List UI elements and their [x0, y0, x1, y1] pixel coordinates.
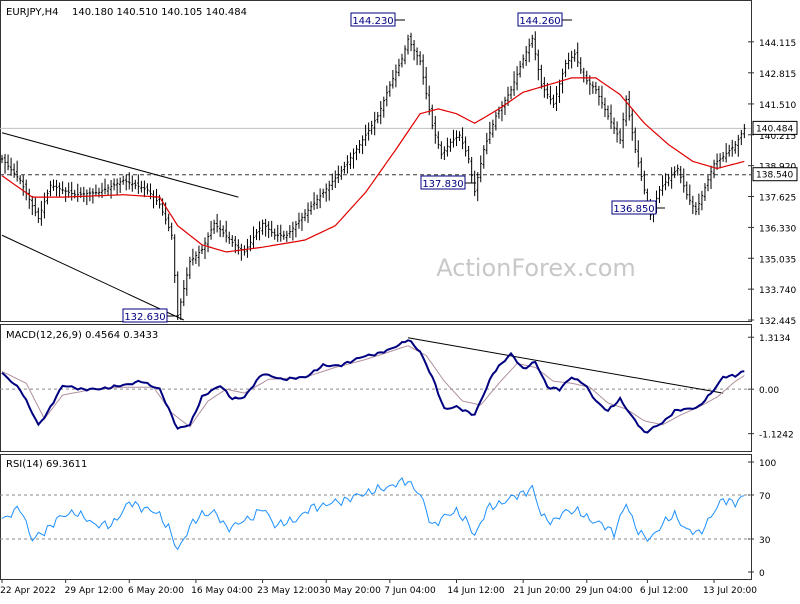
- price-tick-label: 136.330: [759, 224, 796, 234]
- time-tick-label: 7 Jun 04:00: [384, 586, 436, 596]
- time-tick-label: 30 May 20:00: [319, 586, 381, 596]
- annotation-label: 144.260: [519, 16, 560, 27]
- current-price-marker: 140.484: [752, 120, 798, 135]
- price-tick-label: 144.115: [759, 39, 796, 49]
- rsi-tick-label: 0: [759, 569, 765, 579]
- rsi-panel-frame: [0, 454, 752, 580]
- time-tick-label: 21 Jun 20:00: [513, 586, 570, 596]
- price-axis: 144.115142.815141.510140.215138.920137.6…: [748, 39, 796, 327]
- rsi-axis: 100 70 30 0: [748, 459, 776, 579]
- annotation-label: 132.630: [124, 312, 165, 323]
- annotation-label: 136.850: [613, 204, 654, 215]
- price-tick-label: 135.035: [759, 255, 796, 265]
- macd-tick-label: 0.00: [759, 386, 779, 396]
- support-level-label: 138.540: [756, 171, 793, 181]
- rsi-tick-label: 70: [759, 492, 771, 502]
- price-tick-label: 132.445: [759, 317, 796, 327]
- macd-axis: 1.3134 0.00 -1.1242: [748, 334, 794, 441]
- time-tick-label: 13 Jul 20:00: [703, 586, 757, 596]
- time-tick-label: 29 Jun 04:00: [575, 586, 632, 596]
- watermark: ActionForex.com: [436, 254, 636, 282]
- macd-tick-label: -1.1242: [759, 431, 794, 441]
- price-tick-label: 133.740: [759, 286, 796, 296]
- time-tick-label: 6 May 20:00: [128, 586, 184, 596]
- rsi-tick-label: 100: [759, 459, 776, 469]
- annotation-label: 137.830: [422, 179, 463, 190]
- chart-root: EURJPY,H4 140.180 140.510 140.105 140.48…: [0, 0, 800, 600]
- time-tick-label: 14 Jun 12:00: [447, 586, 504, 596]
- price-tick-label: 137.625: [759, 194, 796, 204]
- current-price-label: 140.484: [756, 124, 793, 134]
- time-tick-label: 29 Apr 12:00: [65, 586, 124, 596]
- price-panel: EURJPY,H4 140.180 140.510 140.105 140.48…: [0, 0, 798, 327]
- eurjpy-chart: EURJPY,H4 140.180 140.510 140.105 140.48…: [0, 0, 798, 596]
- time-tick-label: 6 Jul 12:00: [640, 586, 689, 596]
- price-tick-label: 141.510: [759, 101, 796, 111]
- rsi-tick-label: 30: [759, 536, 771, 546]
- macd-title: MACD(12,26,9) 0.4564 0.3433: [6, 330, 158, 341]
- macd-panel: MACD(12,26,9) 0.4564 0.3433 1.3134 0.00 -1…: [0, 324, 794, 452]
- support-level-marker: 138.540: [752, 167, 798, 182]
- time-tick-label: 22 Apr 2022: [0, 586, 56, 596]
- rsi-panel: RSI(14) 69.3611 100 70 30 0: [0, 454, 776, 580]
- price-tick-label: 142.815: [759, 70, 796, 80]
- time-axis: 22 Apr 2022 29 Apr 12:00 6 May 20:00 16 May…: [0, 579, 757, 596]
- price-title: EURJPY,H4: [6, 7, 59, 18]
- time-tick-label: 23 May 12:00: [257, 586, 319, 596]
- macd-tick-label: 1.3134: [759, 334, 791, 344]
- rsi-title: RSI(14) 69.3611: [6, 459, 87, 470]
- time-tick-label: 16 May 04:00: [191, 586, 253, 596]
- price-panel-frame: [0, 0, 752, 322]
- annotation-label: 144.230: [352, 16, 393, 27]
- price-ohlc: 140.180 140.510 140.105 140.484: [72, 7, 247, 18]
